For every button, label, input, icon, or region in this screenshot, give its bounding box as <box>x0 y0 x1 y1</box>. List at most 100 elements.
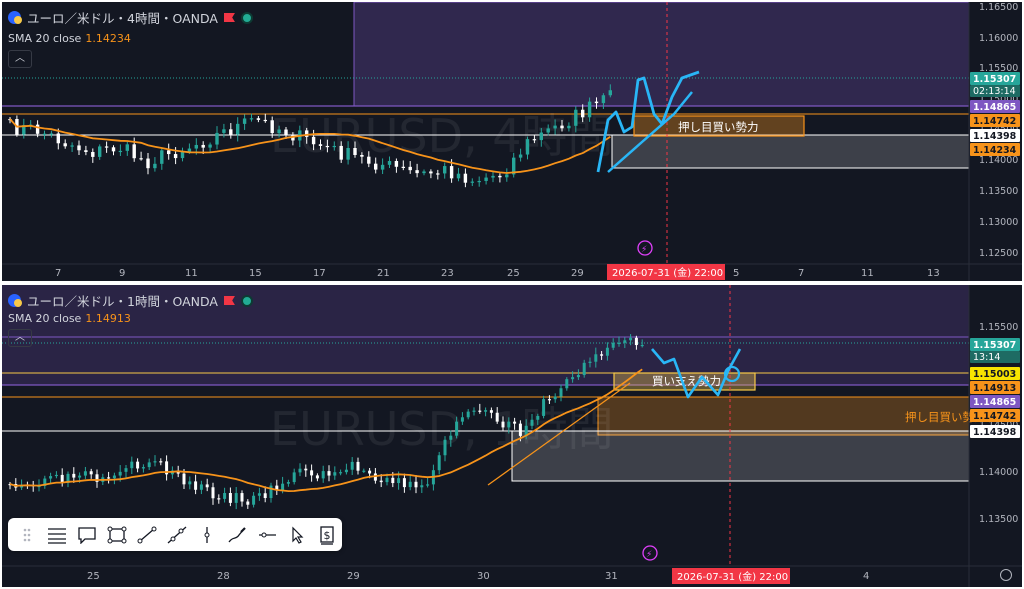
candle <box>78 475 82 478</box>
candle <box>477 180 481 183</box>
candle <box>362 470 366 472</box>
flag-icon[interactable] <box>223 296 235 305</box>
settings-gear-icon[interactable] <box>1000 569 1012 581</box>
candle <box>304 468 308 471</box>
symbol-title: ユーロ／米ドル・1時間・OANDA <box>27 294 218 309</box>
candle <box>443 166 447 174</box>
support-zone[interactable] <box>611 134 970 169</box>
chart-pane-4h[interactable]: 押し目買い勢力 EURUSD, 4時間 1.16500 1.16000 1.15500 1… <box>2 2 1022 281</box>
candle <box>173 154 178 159</box>
flag-icon[interactable] <box>223 13 235 22</box>
candle <box>571 377 575 380</box>
candle <box>327 471 331 476</box>
candle <box>437 455 441 471</box>
time-tick-label: 25 <box>507 268 520 279</box>
candle <box>167 150 171 155</box>
candle <box>194 144 198 149</box>
candle <box>211 487 215 499</box>
price-tick-label: 1.13500 <box>979 186 1018 197</box>
time-tick-label: 30 <box>477 571 490 582</box>
drag-handle-icon[interactable] <box>12 521 42 549</box>
candle <box>311 136 316 145</box>
chart-canvas-4h[interactable]: 押し目買い勢力EURUSD, 4時間1.165001.160001.155001… <box>2 2 1022 281</box>
candle <box>321 471 325 479</box>
sma-legend[interactable]: SMA 20 close 1.14234 <box>8 32 131 45</box>
candle <box>72 473 76 478</box>
candle <box>601 95 606 104</box>
candle <box>63 143 67 147</box>
symbol-legend[interactable]: ユーロ／米ドル・4時間・OANDA <box>8 8 253 27</box>
candle <box>542 399 546 416</box>
candle <box>249 118 254 120</box>
market-status-icon[interactable] <box>240 294 253 307</box>
candle <box>98 146 102 157</box>
candle <box>495 412 499 422</box>
price-tag-purple: 1.14865 <box>973 102 1016 113</box>
candle <box>217 498 221 500</box>
candle <box>188 481 192 485</box>
candle <box>332 145 336 148</box>
candle <box>484 410 488 412</box>
candle <box>532 139 537 141</box>
sma-label: SMA 20 close <box>8 32 82 45</box>
candle <box>536 415 540 420</box>
resistance-zone[interactable] <box>353 2 970 107</box>
symbol-legend[interactable]: ユーロ／米ドル・1時間・OANDA <box>8 291 253 310</box>
candle <box>205 484 209 488</box>
candle <box>408 166 412 171</box>
candle <box>594 354 598 362</box>
time-tick-label: 17 <box>313 268 326 279</box>
sma-value: 1.14913 <box>85 312 131 325</box>
candle <box>460 417 464 422</box>
candle <box>180 151 185 159</box>
cursor-icon[interactable] <box>282 521 312 549</box>
candle <box>77 145 81 151</box>
candle <box>374 163 378 170</box>
rectangle-icon[interactable] <box>102 521 132 549</box>
candle <box>456 173 461 179</box>
candle <box>489 410 493 413</box>
horizontal-lines-icon[interactable] <box>42 521 72 549</box>
candle <box>153 461 157 463</box>
candle <box>83 471 87 476</box>
candle <box>525 139 530 155</box>
candle <box>252 495 256 505</box>
price-label-icon[interactable]: $ <box>312 521 342 549</box>
candle <box>315 475 319 479</box>
horizontal-ray-icon[interactable] <box>252 521 282 549</box>
candle <box>125 144 129 151</box>
drawing-toolbar[interactable]: $ <box>8 518 342 551</box>
collapse-legend-button[interactable]: ︿ <box>8 50 32 68</box>
collapse-legend-button[interactable]: ︿ <box>8 329 32 347</box>
candle <box>478 410 482 412</box>
vertical-line-icon[interactable] <box>192 521 222 549</box>
candle <box>325 145 330 148</box>
trend-line-icon[interactable] <box>132 521 162 549</box>
candle <box>576 375 580 378</box>
candle <box>394 161 399 167</box>
candle <box>385 477 389 483</box>
candle <box>501 421 505 428</box>
brush-icon[interactable] <box>222 521 252 549</box>
candle <box>107 477 111 479</box>
candle <box>391 477 395 484</box>
price-tag-orange: 1.14742 <box>973 116 1016 127</box>
candle <box>507 421 511 428</box>
candle <box>286 482 290 484</box>
candle <box>277 129 281 134</box>
candle <box>91 151 95 157</box>
candle <box>608 90 612 96</box>
candle <box>136 461 140 469</box>
time-tick-label: 23 <box>441 268 454 279</box>
candle <box>215 132 219 145</box>
extended-line-icon[interactable] <box>162 521 192 549</box>
candle <box>223 493 227 499</box>
candle <box>104 146 109 148</box>
watermark: EURUSD, 1時間 <box>270 402 614 456</box>
callout-icon[interactable] <box>72 521 102 549</box>
market-status-icon[interactable] <box>240 11 253 24</box>
event-lightning-glyph: ⚡ <box>646 550 652 560</box>
time-tick-label: 7 <box>798 268 804 279</box>
candle <box>605 347 609 356</box>
sma-legend[interactable]: SMA 20 close 1.14913 <box>8 312 131 325</box>
